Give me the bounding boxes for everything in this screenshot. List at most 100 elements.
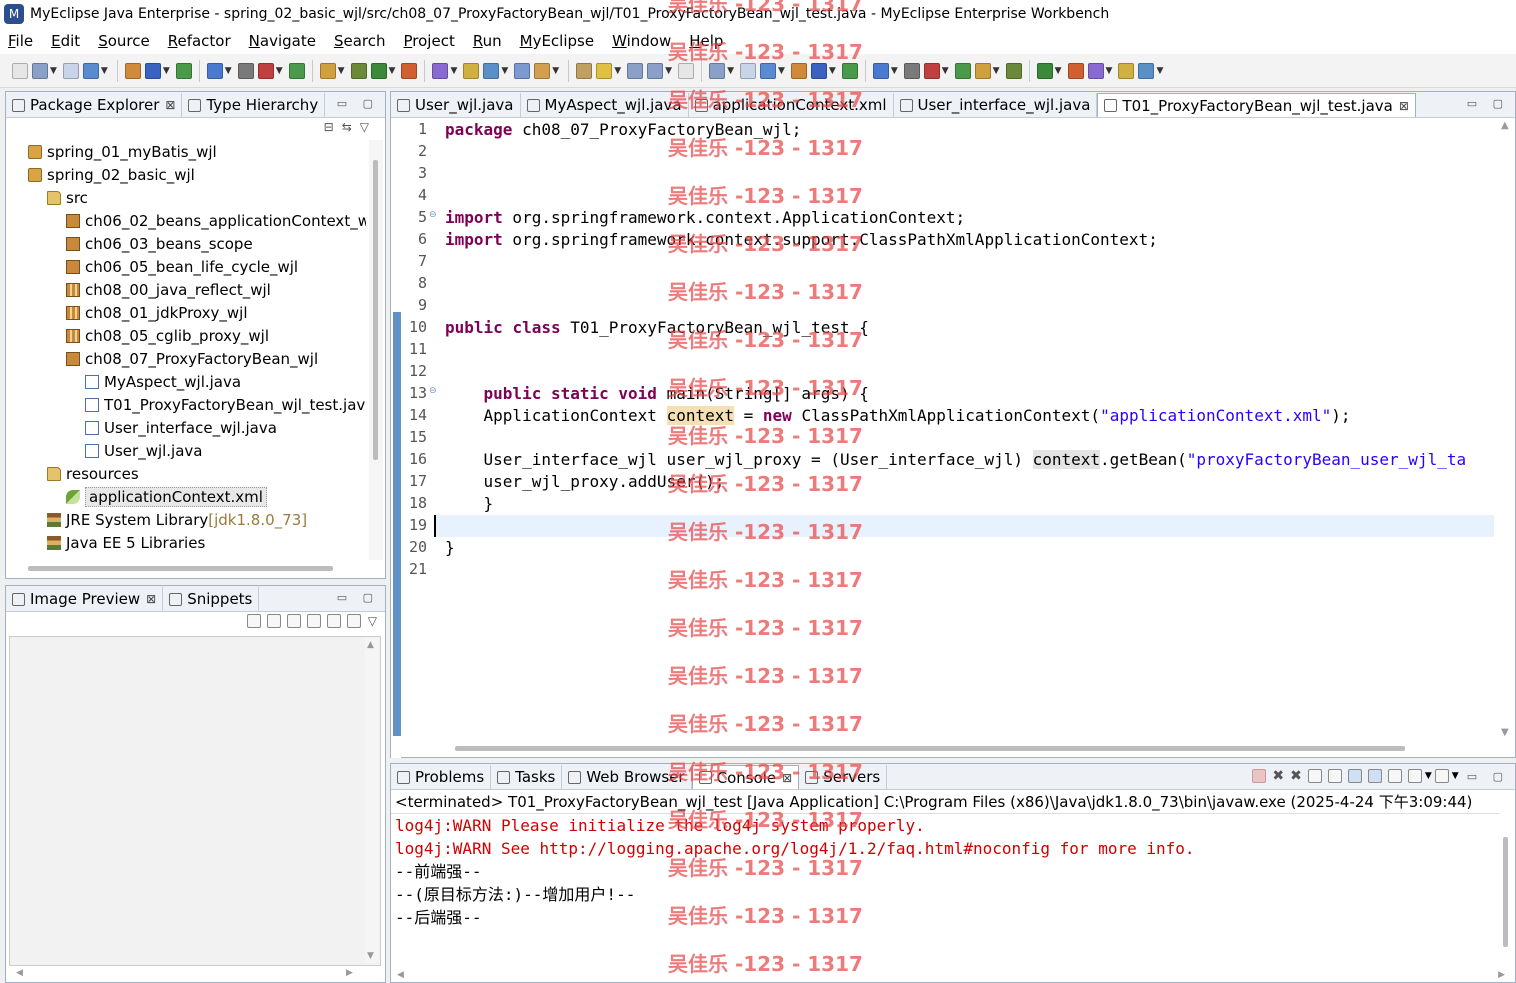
- tree-item-ch06-02-beans-applicationcontext-w[interactable]: ch06_02_beans_applicationContext_w: [66, 209, 366, 232]
- toolbar-dropdown-icon[interactable]: ▼: [501, 66, 508, 76]
- tab-snippets[interactable]: Snippets: [163, 587, 260, 611]
- tab-tasks[interactable]: Tasks: [491, 765, 563, 789]
- zoom-in-icon[interactable]: [306, 614, 321, 628]
- toolbar-button-icon[interactable]: [514, 62, 531, 79]
- tree-item-ch06-03-beans-scope[interactable]: ch06_03_beans_scope: [66, 232, 253, 255]
- toolbar-button-icon[interactable]: [124, 62, 141, 79]
- close-tab-icon[interactable]: ⊠: [782, 771, 792, 785]
- toolbar-dropdown-icon[interactable]: ▼: [614, 66, 621, 76]
- toolbar-dropdown-icon[interactable]: ▼: [389, 66, 396, 76]
- collapse-all-icon[interactable]: ⊟: [324, 120, 342, 134]
- toolbar-button-icon[interactable]: [739, 62, 756, 79]
- tree-item-resources[interactable]: resources: [47, 462, 139, 485]
- display-console-icon[interactable]: [1407, 769, 1422, 783]
- menu-file[interactable]: File: [8, 32, 33, 50]
- editor-tab-t01-proxyfactorybean-wjl-test-java[interactable]: T01_ProxyFactoryBean_wjl_test.java ⊠: [1097, 93, 1416, 117]
- tree-item-myaspect-wjl-java[interactable]: MyAspect_wjl.java: [85, 370, 241, 393]
- tree-item-spring-02-basic-wjl[interactable]: spring_02_basic_wjl: [28, 163, 195, 186]
- toolbar-button-icon[interactable]: [401, 62, 418, 79]
- toolbar-dropdown-icon[interactable]: ▼: [1106, 66, 1113, 76]
- tree-item-user-interface-wjl-java[interactable]: User_interface_wjl.java: [85, 416, 277, 439]
- toolbar-button-icon[interactable]: [463, 62, 480, 79]
- explorer-vertical-scrollbar[interactable]: [369, 140, 383, 560]
- editor-tab-myaspect-wjl-java[interactable]: MyAspect_wjl.java: [521, 93, 689, 117]
- toolbar-button-icon[interactable]: [432, 62, 449, 79]
- menu-source[interactable]: Source: [98, 32, 150, 50]
- scroll-lock-icon[interactable]: [1327, 769, 1342, 783]
- toolbar-dropdown-icon[interactable]: ▼: [338, 66, 345, 76]
- toolbar-button-icon[interactable]: [810, 62, 827, 79]
- toolbar-button-icon[interactable]: [1087, 62, 1104, 79]
- toolbar-button-icon[interactable]: [288, 62, 305, 79]
- tree-item-t01-proxyfactorybean-wjl-test-java[interactable]: T01_ProxyFactoryBean_wjl_test.java: [85, 393, 366, 416]
- editor-tab-user-wjl-java[interactable]: User_wjl.java: [391, 93, 521, 117]
- tree-item-spring-01-mybatis-wjl[interactable]: spring_01_myBatis_wjl: [28, 140, 217, 163]
- tree-item-src[interactable]: src: [47, 186, 88, 209]
- toolbar-dropdown-icon[interactable]: ▼: [1055, 66, 1062, 76]
- view-menu-icon[interactable]: ▽: [368, 614, 377, 628]
- toolbar-dropdown-icon[interactable]: ▼: [891, 66, 898, 76]
- tab-servers[interactable]: Servers: [799, 765, 888, 789]
- toolbar-button-icon[interactable]: [1138, 62, 1155, 79]
- open-console-icon[interactable]: [1434, 769, 1449, 783]
- tree-item-jre-system-library[interactable]: JRE System Library [jdk1.8.0_73]: [47, 508, 307, 531]
- close-tab-icon[interactable]: ⊠: [165, 98, 175, 112]
- explorer-horizontal-scrollbar[interactable]: [28, 566, 333, 571]
- tab-problems[interactable]: Problems: [391, 765, 492, 789]
- remove-all-launches-icon[interactable]: ✖: [1290, 768, 1302, 784]
- code-editor[interactable]: 1 package ch08_07_ProxyFactoryBean_wjl; 2 3…: [401, 118, 1495, 742]
- scroll-right-icon[interactable]: ▶: [346, 968, 353, 978]
- toolbar-button-icon[interactable]: [370, 62, 387, 79]
- menu-run[interactable]: Run: [473, 32, 502, 50]
- tree-item-ch08-01-jdkproxy-wjl[interactable]: ch08_01_jdkProxy_wjl: [66, 301, 248, 324]
- tree-item-ch08-07-proxyfactorybean-wjl[interactable]: ch08_07_ProxyFactoryBean_wjl: [66, 347, 318, 370]
- toolbar-dropdown-icon[interactable]: ▼: [727, 66, 734, 76]
- console-minmax-controls[interactable]: ▭ ▢: [1467, 770, 1509, 783]
- view-menu-icon[interactable]: ▽: [360, 120, 377, 134]
- tree-item-ch06-05-bean-life-cycle-wjl[interactable]: ch06_05_bean_life_cycle_wjl: [66, 255, 298, 278]
- toolbar-button-icon[interactable]: [1036, 62, 1053, 79]
- tab-web-browser[interactable]: Web Browser: [562, 765, 692, 789]
- show-on-output-icon[interactable]: [1347, 769, 1362, 783]
- toolbar-dropdown-icon[interactable]: ▼: [993, 66, 1000, 76]
- console-vertical-scrollbar[interactable]: [1499, 813, 1513, 965]
- zoom-out-icon[interactable]: [286, 614, 301, 628]
- clear-console-icon[interactable]: [1307, 769, 1322, 783]
- toolbar-button-icon[interactable]: [319, 62, 336, 79]
- editor-horizontal-scrollbar[interactable]: [455, 746, 1405, 751]
- toolbar-button-icon[interactable]: [954, 62, 971, 79]
- tree-item-java-ee-5-libraries[interactable]: Java EE 5 Libraries: [47, 531, 205, 554]
- toolbar-dropdown-icon[interactable]: ▼: [225, 66, 232, 76]
- toolbar-button-icon[interactable]: [237, 62, 254, 79]
- toolbar-button-icon[interactable]: [175, 62, 192, 79]
- toolbar-dropdown-icon[interactable]: ▼: [450, 66, 457, 76]
- toolbar-dropdown-icon[interactable]: ▼: [552, 66, 559, 76]
- toolbar-dropdown-icon[interactable]: ▼: [276, 66, 283, 76]
- toolbar-button-icon[interactable]: [596, 62, 613, 79]
- actual-size-icon[interactable]: [326, 614, 341, 628]
- toolbar-button-icon[interactable]: [534, 62, 551, 79]
- show-on-error-icon[interactable]: [1367, 769, 1382, 783]
- view-minmax-controls[interactable]: ▭ ▢: [337, 97, 379, 110]
- toolbar-button-icon[interactable]: [627, 62, 644, 79]
- remove-launch-icon[interactable]: ✖: [1272, 768, 1284, 784]
- console-output[interactable]: log4j:WARN Please initialize the log4j s…: [391, 813, 1503, 965]
- editor-minmax-controls[interactable]: ▭ ▢: [1467, 97, 1509, 110]
- tab-type-hierarchy[interactable]: Type Hierarchy: [182, 93, 326, 117]
- toolbar-button-icon[interactable]: [206, 62, 223, 79]
- toolbar-button-icon[interactable]: [1067, 62, 1084, 79]
- link-icon[interactable]: [246, 614, 261, 628]
- toolbar-button-icon[interactable]: [709, 62, 726, 79]
- tab-console[interactable]: Console ⊠: [691, 765, 800, 789]
- fold-toggle-icon[interactable]: ⊖: [429, 210, 437, 220]
- toolbar-dropdown-icon[interactable]: ▼: [50, 66, 57, 76]
- console-scroll-left-icon[interactable]: ◀: [397, 970, 404, 980]
- link-with-editor-icon[interactable]: ⇆: [342, 120, 360, 134]
- toolbar-button-icon[interactable]: [759, 62, 776, 79]
- menu-refactor[interactable]: Refactor: [168, 32, 231, 50]
- fit-image-icon[interactable]: [266, 614, 281, 628]
- tab-image-preview[interactable]: Image Preview ⊠: [6, 587, 164, 611]
- toolbar-button-icon[interactable]: [647, 62, 664, 79]
- toolbar-button-icon[interactable]: [257, 62, 274, 79]
- fold-toggle-icon[interactable]: ⊖: [429, 386, 437, 396]
